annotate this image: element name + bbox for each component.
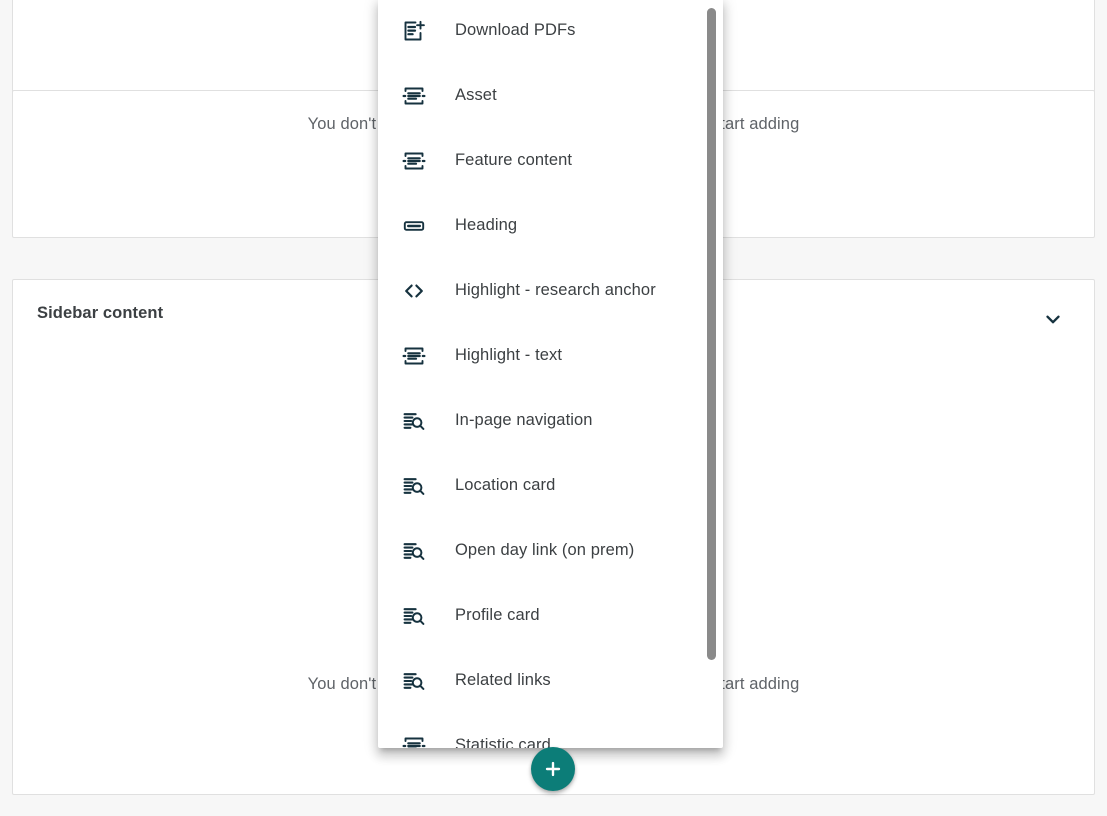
menu-item-location-card[interactable]: Location card [378,453,723,518]
code-brackets-icon [402,279,426,303]
menu-item-label: Download PDFs [455,21,576,39]
menu-item-label: Feature content [455,151,573,169]
menu-scrollbar-track[interactable] [707,0,716,748]
list-search-icon [402,409,426,433]
menu-item-label: In-page navigation [455,411,593,429]
menu-scrollbar-thumb[interactable] [707,8,716,660]
document-add-icon [402,19,426,43]
heading-bar-icon [402,214,426,238]
plus-icon [542,758,564,780]
sidebar-collapse-toggle[interactable] [1036,304,1070,338]
menu-item-label: Highlight - text [455,346,563,364]
add-component-fab[interactable] [531,747,575,791]
component-menu-list: Download PDFs Asset Feature content Head… [378,0,723,748]
list-search-icon [402,604,426,628]
menu-item-label: Highlight - research anchor [455,281,656,299]
menu-item-related-links[interactable]: Related links [378,648,723,713]
component-picker-menu[interactable]: Download PDFs Asset Feature content Head… [378,0,723,748]
sidebar-card-title: Sidebar content [37,304,164,322]
menu-item-profile-card[interactable]: Profile card [378,583,723,648]
menu-item-label: Related links [455,671,551,689]
menu-item-label: Statistic card [455,736,551,748]
menu-item-open-day-link-on-prem[interactable]: Open day link (on prem) [378,518,723,583]
menu-item-in-page-navigation[interactable]: In-page navigation [378,388,723,453]
menu-item-statistic-card[interactable]: Statistic card [378,713,723,748]
menu-item-feature-content[interactable]: Feature content [378,128,723,193]
menu-item-highlight-research-anchor[interactable]: Highlight - research anchor [378,258,723,323]
menu-item-label: Asset [455,86,497,104]
chevron-down-icon [1042,308,1064,335]
feature-block-icon [402,84,426,108]
list-search-icon [402,474,426,498]
feature-block-icon [402,344,426,368]
feature-block-icon [402,149,426,173]
menu-item-heading[interactable]: Heading [378,193,723,258]
menu-item-download-pdfs[interactable]: Download PDFs [378,0,723,63]
menu-item-label: Location card [455,476,556,494]
menu-item-highlight-text[interactable]: Highlight - text [378,323,723,388]
menu-item-asset[interactable]: Asset [378,63,723,128]
list-search-icon [402,539,426,563]
menu-item-label: Heading [455,216,518,234]
feature-block-icon [402,734,426,748]
menu-item-label: Open day link (on prem) [455,541,635,559]
list-search-icon [402,669,426,693]
menu-item-label: Profile card [455,606,540,624]
